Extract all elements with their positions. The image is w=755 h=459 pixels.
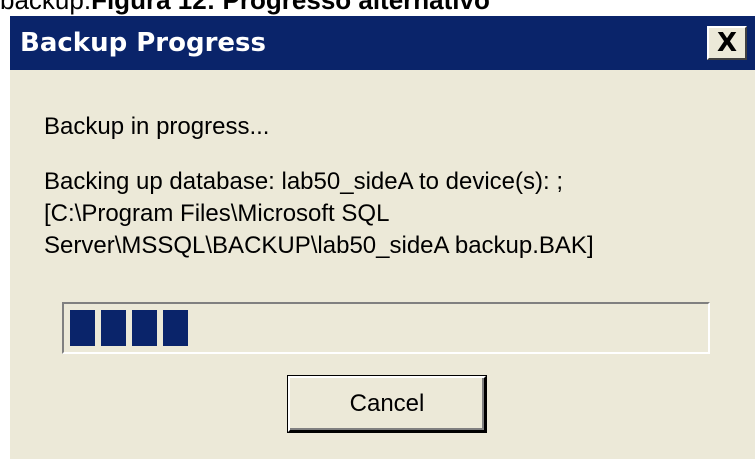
caption-prefix: backup. <box>0 0 92 15</box>
progress-bar <box>62 302 710 354</box>
detail-line: Server\MSSQL\BACKUP\lab50_sideA backup.B… <box>44 232 594 259</box>
status-message: Backup in progress... <box>44 113 270 140</box>
detail-line: Backing up database: lab50_sideA to devi… <box>44 168 563 195</box>
dialog-titlebar[interactable]: Backup Progress X <box>10 16 755 70</box>
backup-progress-dialog: Backup Progress X Backup in progress... … <box>8 16 755 459</box>
backup-detail-text: Backing up database: lab50_sideA to devi… <box>44 166 744 262</box>
progress-block <box>163 310 188 346</box>
progress-block <box>101 310 126 346</box>
progress-fill <box>70 310 702 346</box>
figure-caption: backup.Figura 12: Progresso alternativo <box>0 0 490 16</box>
caption-figure-title: Figura 12: Progresso alternativo <box>91 0 490 15</box>
cancel-button[interactable]: Cancel <box>287 375 487 433</box>
dialog-title: Backup Progress <box>20 28 266 58</box>
detail-line: [C:\Program Files\Microsoft SQL <box>44 200 390 227</box>
close-button[interactable]: X <box>707 26 747 60</box>
progress-block <box>132 310 157 346</box>
progress-block <box>70 310 95 346</box>
close-icon: X <box>716 28 738 58</box>
document-caption-strip: backup.Figura 12: Progresso alternativo <box>0 0 755 16</box>
